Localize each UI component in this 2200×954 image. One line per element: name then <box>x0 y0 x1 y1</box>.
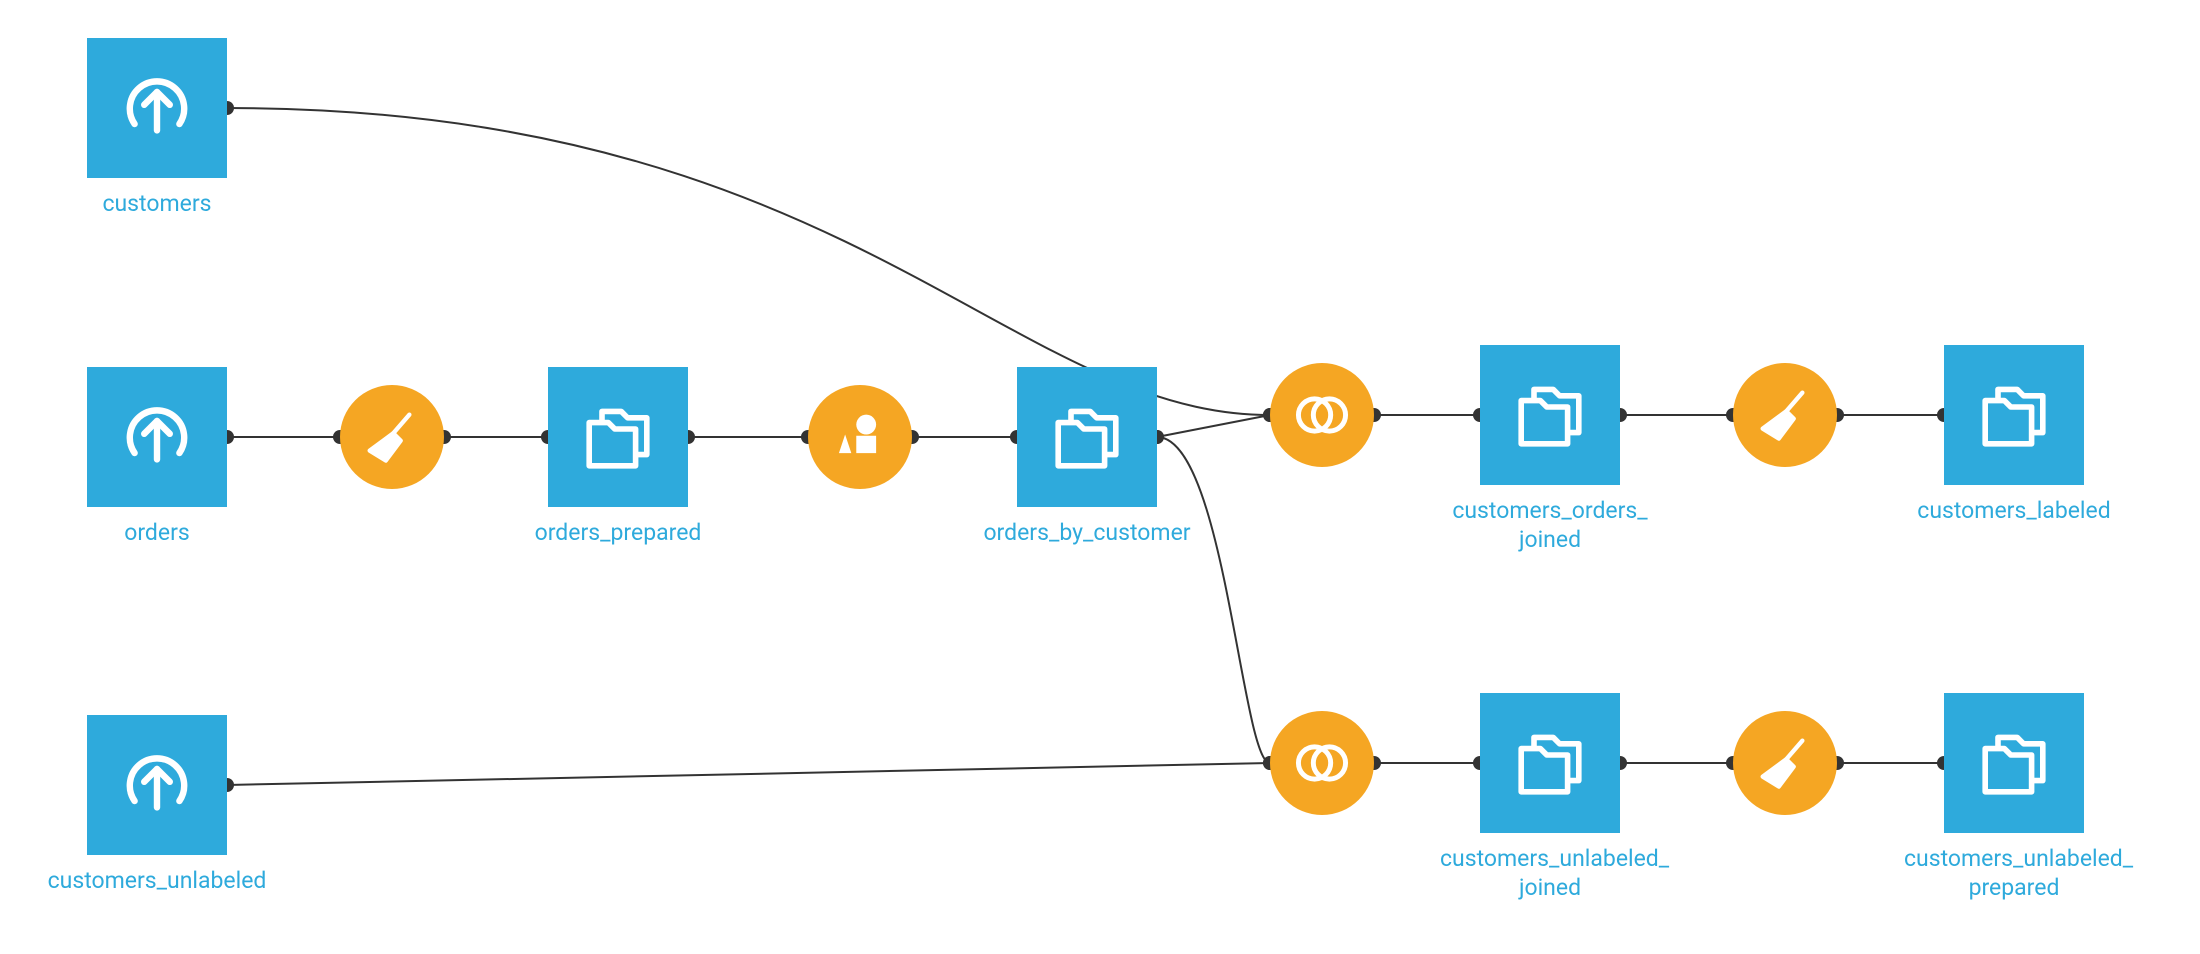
node-customers-labeled[interactable]: customers_labeled <box>1944 345 2124 526</box>
upload-icon <box>87 38 227 178</box>
node-customers-unlabeled-joined[interactable]: customers_unlabeled_ joined <box>1480 693 1660 903</box>
node-label: customers <box>47 190 267 219</box>
folder-icon <box>1944 345 2084 485</box>
node-label: customers_orders_ joined <box>1440 497 1660 555</box>
node-label: orders_by_customer <box>977 519 1197 548</box>
node-orders-by-customer[interactable]: orders_by_customer <box>1017 367 1197 548</box>
op-join[interactable] <box>1270 363 1374 467</box>
folder-icon <box>1480 693 1620 833</box>
op-clean[interactable] <box>340 385 444 489</box>
node-customers-unlabeled-prepared[interactable]: customers_unlabeled_ prepared <box>1944 693 2124 903</box>
op-clean[interactable] <box>1733 363 1837 467</box>
folder-icon <box>548 367 688 507</box>
node-orders[interactable]: orders <box>87 367 267 548</box>
op-group[interactable] <box>808 385 912 489</box>
node-label: customers_unlabeled_ joined <box>1440 845 1660 903</box>
flow-canvas[interactable]: customers orders customers_unlabeled ord… <box>0 0 2200 954</box>
upload-icon <box>87 715 227 855</box>
node-customers[interactable]: customers <box>87 38 267 219</box>
node-label: customers_labeled <box>1904 497 2124 526</box>
node-customers-orders-joined[interactable]: customers_orders_ joined <box>1480 345 1660 555</box>
node-label: orders_prepared <box>508 519 728 548</box>
upload-icon <box>87 367 227 507</box>
node-customers-unlabeled[interactable]: customers_unlabeled <box>87 715 267 896</box>
node-orders-prepared[interactable]: orders_prepared <box>548 367 728 548</box>
op-join[interactable] <box>1270 711 1374 815</box>
folder-icon <box>1944 693 2084 833</box>
op-clean[interactable] <box>1733 711 1837 815</box>
node-label: orders <box>47 519 267 548</box>
folder-icon <box>1017 367 1157 507</box>
folder-icon <box>1480 345 1620 485</box>
node-label: customers_unlabeled_ prepared <box>1904 845 2124 903</box>
node-label: customers_unlabeled <box>47 867 267 896</box>
